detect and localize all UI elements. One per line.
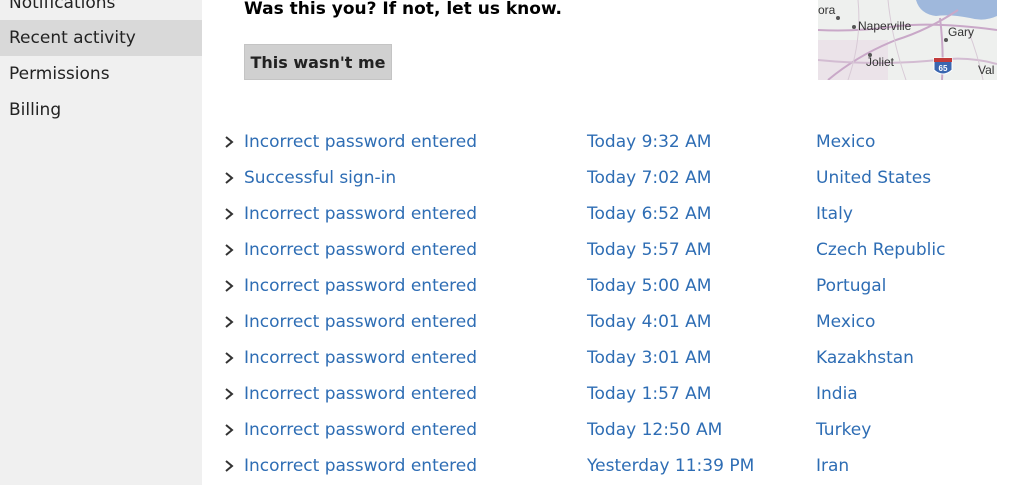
activity-row[interactable]: Incorrect password entered Today 1:57 AM…: [222, 376, 1002, 412]
chevron-right-icon[interactable]: [222, 351, 236, 365]
activity-row[interactable]: Incorrect password entered Today 12:50 A…: [222, 412, 1002, 448]
activity-event-link[interactable]: Incorrect password entered: [244, 448, 477, 484]
recent-activity-list: Incorrect password entered Today 9:32 AM…: [222, 124, 1002, 484]
activity-row[interactable]: Incorrect password entered Today 4:01 AM…: [222, 304, 1002, 340]
location-map[interactable]: ora Naperville Gary Joliet 65 Val: [818, 0, 997, 80]
sidebar-nav: Notifications Recent activity Permission…: [0, 0, 202, 485]
activity-time[interactable]: Today 5:57 AM: [587, 232, 711, 268]
interstate-shield-label: 65: [939, 64, 948, 73]
sidebar-item-recent-activity[interactable]: Recent activity: [0, 20, 202, 56]
activity-location[interactable]: Iran: [816, 448, 849, 484]
activity-time[interactable]: Today 5:00 AM: [587, 268, 711, 304]
activity-event-link[interactable]: Incorrect password entered: [244, 304, 477, 340]
activity-event-link[interactable]: Incorrect password entered: [244, 196, 477, 232]
activity-row[interactable]: Incorrect password entered Today 6:52 AM…: [222, 196, 1002, 232]
activity-time[interactable]: Today 4:01 AM: [587, 304, 711, 340]
activity-time[interactable]: Today 1:57 AM: [587, 376, 711, 412]
activity-row[interactable]: Successful sign-in Today 7:02 AM United …: [222, 160, 1002, 196]
activity-row[interactable]: Incorrect password entered Today 5:57 AM…: [222, 232, 1002, 268]
activity-row[interactable]: Incorrect password entered Today 9:32 AM…: [222, 124, 1002, 160]
chevron-right-icon[interactable]: [222, 171, 236, 185]
activity-location[interactable]: Czech Republic: [816, 232, 945, 268]
activity-row[interactable]: Incorrect password entered Yesterday 11:…: [222, 448, 1002, 484]
chevron-right-icon[interactable]: [222, 459, 236, 473]
activity-event-link[interactable]: Incorrect password entered: [244, 340, 477, 376]
activity-location[interactable]: United States: [816, 160, 931, 196]
map-label: Naperville: [858, 19, 912, 33]
this-wasnt-me-button[interactable]: This wasn't me: [244, 44, 392, 80]
map-label: Val: [978, 63, 994, 77]
activity-event-link[interactable]: Successful sign-in: [244, 160, 396, 196]
activity-event-link[interactable]: Incorrect password entered: [244, 376, 477, 412]
activity-row[interactable]: Incorrect password entered Today 5:00 AM…: [222, 268, 1002, 304]
activity-location[interactable]: Kazakhstan: [816, 340, 914, 376]
activity-time[interactable]: Today 3:01 AM: [587, 340, 711, 376]
activity-time[interactable]: Today 12:50 AM: [587, 412, 722, 448]
sidebar-item-notifications[interactable]: Notifications: [0, 0, 202, 21]
map-label: Gary: [948, 25, 974, 39]
activity-location[interactable]: Turkey: [816, 412, 871, 448]
activity-location[interactable]: Portugal: [816, 268, 886, 304]
activity-location[interactable]: Italy: [816, 196, 853, 232]
activity-row[interactable]: Incorrect password entered Today 3:01 AM…: [222, 340, 1002, 376]
activity-time[interactable]: Today 9:32 AM: [587, 124, 711, 160]
activity-location[interactable]: India: [816, 376, 858, 412]
activity-time[interactable]: Today 6:52 AM: [587, 196, 711, 232]
activity-time[interactable]: Today 7:02 AM: [587, 160, 711, 196]
sidebar-item-billing[interactable]: Billing: [0, 92, 202, 128]
chevron-right-icon[interactable]: [222, 423, 236, 437]
chevron-right-icon[interactable]: [222, 135, 236, 149]
interstate-shield-icon: 65: [933, 57, 953, 75]
activity-location[interactable]: Mexico: [816, 304, 875, 340]
chevron-right-icon[interactable]: [222, 315, 236, 329]
activity-time[interactable]: Yesterday 11:39 PM: [587, 448, 754, 484]
activity-event-link[interactable]: Incorrect password entered: [244, 124, 477, 160]
map-label: ora: [818, 3, 836, 17]
map-label: Joliet: [866, 55, 895, 69]
verification-prompt: Was this you? If not, let us know.: [244, 0, 563, 19]
activity-event-link[interactable]: Incorrect password entered: [244, 232, 477, 268]
map-image: ora Naperville Gary Joliet 65 Val: [818, 0, 997, 80]
chevron-right-icon[interactable]: [222, 279, 236, 293]
sidebar-item-permissions[interactable]: Permissions: [0, 56, 202, 92]
activity-event-link[interactable]: Incorrect password entered: [244, 412, 477, 448]
chevron-right-icon[interactable]: [222, 387, 236, 401]
chevron-right-icon[interactable]: [222, 207, 236, 221]
activity-location[interactable]: Mexico: [816, 124, 875, 160]
activity-event-link[interactable]: Incorrect password entered: [244, 268, 477, 304]
chevron-right-icon[interactable]: [222, 243, 236, 257]
